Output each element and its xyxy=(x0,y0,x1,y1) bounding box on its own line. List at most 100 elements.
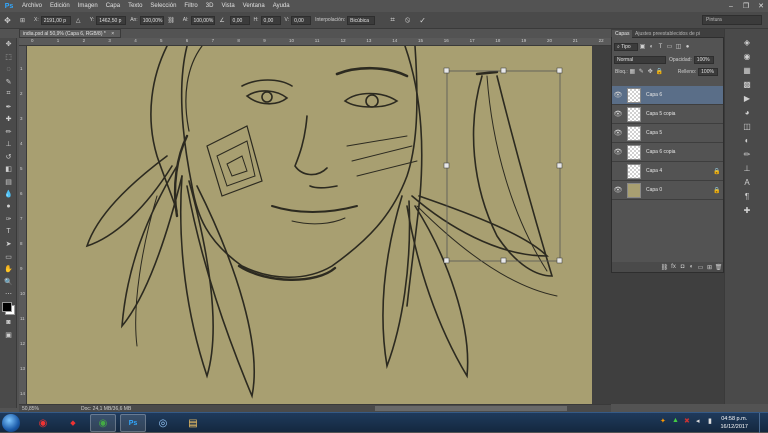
network-icon[interactable]: ▮ xyxy=(708,417,712,425)
interpolation-select[interactable]: Bicúbica xyxy=(347,15,376,25)
horizontal-scrollbar[interactable] xyxy=(375,406,567,411)
vskew-field[interactable]: 0,00 xyxy=(291,15,312,25)
type-tool-icon[interactable]: T xyxy=(0,226,17,239)
new-group-icon[interactable]: ▭ xyxy=(696,263,705,272)
eyedropper-tool-icon[interactable]: ✒ xyxy=(0,101,17,114)
tool-presets-dock-icon[interactable]: ✚ xyxy=(725,203,768,217)
menu-10[interactable]: Ayuda xyxy=(269,0,294,12)
layer-row[interactable]: 👁 Capa 0 🔒 xyxy=(612,181,723,200)
tab-layers[interactable]: Capas xyxy=(612,30,633,38)
clock[interactable]: 04:58 p.m. 16/12/2017 xyxy=(720,415,748,431)
document-tab[interactable]: india.psd al 50,9% (Capa 6, RGB/8) * × xyxy=(19,29,121,38)
healing-tool-icon[interactable]: ✚ xyxy=(0,113,17,126)
quick-select-tool-icon[interactable]: ✎ xyxy=(0,76,17,89)
visibility-eye-icon[interactable]: 👁 xyxy=(612,110,624,118)
lock-pixels-icon[interactable]: ✎ xyxy=(637,67,646,76)
link-layers-icon[interactable]: ⛓ xyxy=(660,263,669,272)
commit-transform-icon[interactable]: ✓ xyxy=(417,15,428,26)
color-dock-icon[interactable]: ◕ xyxy=(725,105,768,119)
shape-tool-icon[interactable]: ▭ xyxy=(0,251,17,264)
filter-smart-icon[interactable]: ◫ xyxy=(674,42,683,51)
filter-pixel-icon[interactable]: ▣ xyxy=(638,42,647,51)
layer-row[interactable]: 👁 Capa 6 xyxy=(612,86,723,105)
x-field[interactable]: 2191,00 p xyxy=(40,15,71,25)
brush-dock-icon[interactable]: ✏ xyxy=(725,147,768,161)
path-select-tool-icon[interactable]: ➤ xyxy=(0,238,17,251)
delete-layer-icon[interactable]: 🗑 xyxy=(714,263,723,272)
visibility-eye-icon[interactable]: 👁 xyxy=(612,91,624,99)
visibility-eye-icon[interactable]: 👁 xyxy=(612,186,624,194)
tab-brush-presets[interactable]: Ajustes preestablecidos de pi xyxy=(632,30,703,38)
screen-mode-icon[interactable]: ▣ xyxy=(0,329,17,342)
stamp-tool-icon[interactable]: ⊥ xyxy=(0,138,17,151)
fill-field[interactable]: 100% xyxy=(698,67,719,76)
hand-tool-icon[interactable]: ✋ xyxy=(0,263,17,276)
layers-dock-icon[interactable]: ◈ xyxy=(725,35,768,49)
lasso-tool-icon[interactable]: ◌ xyxy=(0,63,17,76)
layer-row[interactable]: 👁 Capa 5 xyxy=(612,124,723,143)
actions-dock-icon[interactable]: ▶ xyxy=(725,91,768,105)
width-field[interactable]: 100,00% xyxy=(139,15,164,25)
menu-9[interactable]: Ventana xyxy=(239,0,269,12)
hskew-field[interactable]: 0,00 xyxy=(260,15,281,25)
tray-icon-2[interactable]: ▲ xyxy=(672,417,679,424)
move-tool-icon[interactable]: ✥ xyxy=(0,38,17,51)
warp-icon[interactable]: ⌗ xyxy=(387,15,398,26)
paragraph-dock-icon[interactable]: ¶ xyxy=(725,189,768,203)
menu-4[interactable]: Texto xyxy=(124,0,146,12)
layer-filter-select[interactable]: ⌕ Tipo xyxy=(614,42,638,51)
maximize-button[interactable]: ❐ xyxy=(739,0,753,12)
foreground-color-swatch[interactable] xyxy=(2,301,12,312)
media-player-icon[interactable]: ◎ xyxy=(150,414,176,432)
lock-position-icon[interactable]: ✥ xyxy=(646,67,655,76)
filter-type-icon[interactable]: T xyxy=(656,42,665,51)
add-mask-icon[interactable]: ◘ xyxy=(678,263,687,272)
workspace-select[interactable]: Pintura xyxy=(702,15,762,25)
close-document-icon[interactable]: × xyxy=(111,31,114,37)
color-swatches[interactable] xyxy=(0,301,16,317)
filter-shape-icon[interactable]: ▭ xyxy=(665,42,674,51)
character-dock-icon[interactable]: A xyxy=(725,175,768,189)
chrome-running-icon[interactable]: ◉ xyxy=(90,414,116,432)
crop-tool-icon[interactable]: ⌗ xyxy=(0,88,17,101)
close-window-button[interactable]: ✕ xyxy=(754,0,768,12)
brush-tool-icon[interactable]: ✏ xyxy=(0,126,17,139)
lock-transparent-icon[interactable]: ▦ xyxy=(628,67,637,76)
history-dock-icon[interactable]: ▩ xyxy=(725,77,768,91)
document-canvas[interactable] xyxy=(27,46,592,404)
link-icon[interactable]: ⛓ xyxy=(166,15,177,26)
new-layer-icon[interactable]: ⊞ xyxy=(705,263,714,272)
layer-row[interactable]: 👁 Capa 5 copia xyxy=(612,105,723,124)
zynga-icon[interactable]: ◆ xyxy=(60,414,86,432)
angle-field[interactable]: 0,00 xyxy=(229,15,250,25)
paths-dock-icon[interactable]: ▦ xyxy=(725,63,768,77)
tray-icon-3[interactable]: ✖ xyxy=(684,417,690,425)
layer-row[interactable]: 👁 Capa 6 copia xyxy=(612,143,723,162)
history-brush-icon[interactable]: ↺ xyxy=(0,151,17,164)
volume-icon[interactable]: ◂ xyxy=(696,417,700,425)
visibility-eye-icon[interactable]: 👁 xyxy=(612,129,624,137)
gradient-tool-icon[interactable]: ▤ xyxy=(0,176,17,189)
filter-adjustment-icon[interactable]: ◐ xyxy=(647,42,656,51)
start-button[interactable] xyxy=(2,414,20,432)
move-tool-icon[interactable]: ✥ xyxy=(2,15,13,26)
menu-1[interactable]: Edición xyxy=(46,0,74,12)
layer-style-icon[interactable]: fx xyxy=(669,263,678,272)
quick-mask-icon[interactable]: ◙ xyxy=(0,317,17,330)
menu-5[interactable]: Selección xyxy=(146,0,180,12)
marquee-tool-icon[interactable]: ⬚ xyxy=(0,51,17,64)
blur-tool-icon[interactable]: 💧 xyxy=(0,188,17,201)
delta-icon[interactable]: △ xyxy=(73,15,84,26)
clone-source-dock-icon[interactable]: ⊥ xyxy=(725,161,768,175)
show-desktop-button[interactable] xyxy=(759,413,768,433)
blend-mode-select[interactable]: Normal xyxy=(614,55,666,64)
adjustments-dock-icon[interactable]: ◐ xyxy=(725,133,768,147)
lock-all-icon[interactable]: 🔒 xyxy=(655,67,664,76)
menu-2[interactable]: Imagen xyxy=(74,0,102,12)
eraser-tool-icon[interactable]: ◧ xyxy=(0,163,17,176)
visibility-eye-icon[interactable]: 👁 xyxy=(612,148,624,156)
opacity-field[interactable]: 100% xyxy=(693,55,714,64)
menu-6[interactable]: Filtro xyxy=(180,0,201,12)
zoom-tool-icon[interactable]: 🔍 xyxy=(0,276,17,289)
height-field[interactable]: 100,00% xyxy=(190,15,215,25)
